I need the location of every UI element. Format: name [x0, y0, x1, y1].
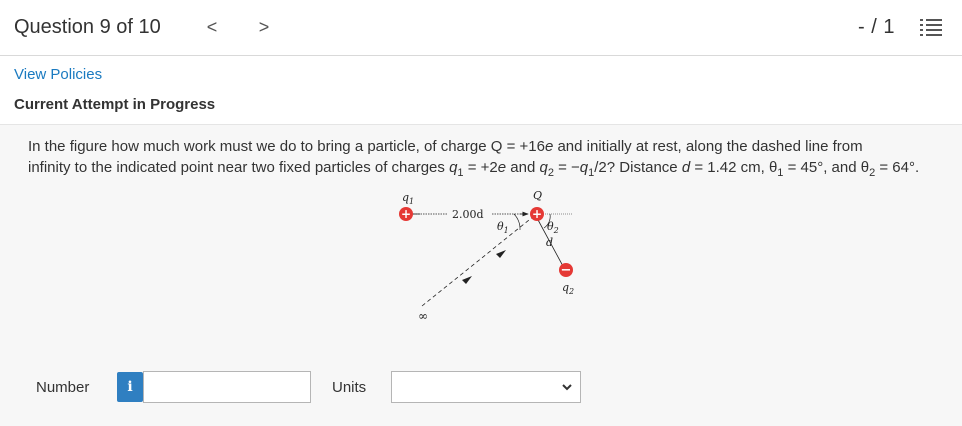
chevron-down-icon	[562, 384, 572, 391]
charge-figure: + + − q1 Q q2 2.00d θ1 θ2 d ∞	[399, 189, 574, 323]
theta2-label: θ2	[547, 220, 559, 235]
number-label: Number	[36, 379, 90, 396]
question-text: In the figure how much work must we do t…	[28, 138, 920, 179]
theta1-label: θ1	[497, 220, 509, 235]
question-counter: Question 9 of 10	[14, 16, 161, 38]
distance-label: 2.00d	[452, 208, 484, 221]
q2-label: q2	[562, 281, 574, 296]
score-display: - / 1	[858, 16, 895, 38]
view-policies-link[interactable]: View Policies	[14, 66, 102, 83]
q1-plus-sign: +	[401, 207, 411, 221]
dashed-path-line	[421, 215, 535, 307]
info-icon[interactable]: i	[117, 372, 143, 402]
number-input[interactable]	[143, 371, 311, 403]
units-label: Units	[332, 379, 367, 396]
top-bar: Question 9 of 10 < > - / 1	[0, 0, 962, 56]
d-label: d	[546, 236, 553, 249]
attempt-status: Current Attempt in Progress	[14, 96, 216, 113]
list-icon[interactable]	[920, 18, 942, 38]
path-arrow-lower	[462, 276, 472, 284]
q1-label: q1	[402, 191, 414, 206]
previous-question-button[interactable]: <	[202, 15, 222, 39]
q2-minus-sign: −	[561, 263, 572, 278]
path-arrow-upper	[496, 250, 506, 258]
next-question-button[interactable]: >	[254, 15, 274, 39]
infinity-label: ∞	[418, 309, 428, 323]
theta1-arc	[513, 213, 521, 231]
Q-label: Q	[533, 189, 542, 202]
units-dropdown[interactable]	[391, 371, 581, 403]
Q-plus-sign: +	[532, 207, 542, 221]
